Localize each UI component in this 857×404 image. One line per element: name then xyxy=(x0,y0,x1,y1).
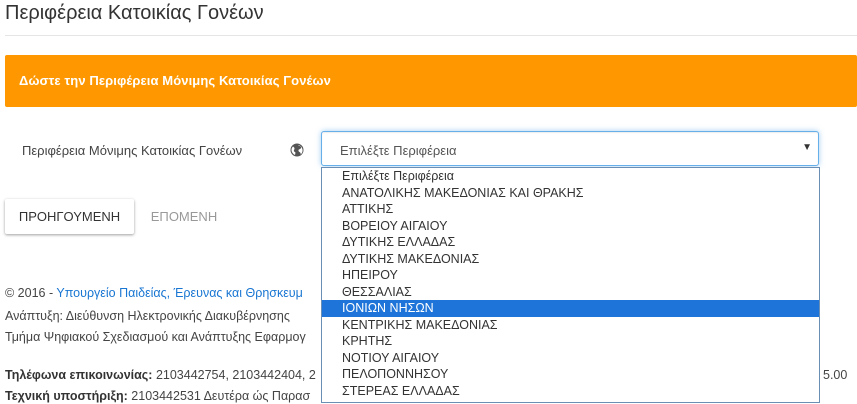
dropdown-option[interactable]: ΠΕΛΟΠΟΝΝΗΣΟΥ xyxy=(322,366,819,383)
footer-copyright: © 2016 - Υπουργείο Παιδείας, Έρευνας και… xyxy=(5,286,303,300)
phone-tail: 5.00 xyxy=(823,368,848,382)
region-select[interactable]: Επιλέξτε Περιφέρεια ▼ xyxy=(321,131,819,166)
region-select-value: Επιλέξτε Περιφέρεια xyxy=(340,143,457,158)
region-field-label: Περιφέρεια Μόνιμης Κατοικίας Γονέων xyxy=(22,143,243,158)
title-divider xyxy=(5,35,857,36)
dropdown-option[interactable]: ΣΤΕΡΕΑΣ ΕΛΛΑΔΑΣ xyxy=(322,383,819,400)
copyright-text: © 2016 - xyxy=(5,286,57,300)
page-title: Περιφέρεια Κατοικίας Γονέων xyxy=(5,2,264,24)
instruction-banner-text: Δώστε την Περιφέρεια Μόνιμης Κατοικίας Γ… xyxy=(19,73,331,88)
dropdown-option[interactable]: ΑΝΑΤΟΛΙΚΗΣ ΜΑΚΕΔΟΝΙΑΣ ΚΑΙ ΘΡΑΚΗΣ xyxy=(322,185,819,202)
dropdown-option[interactable]: ΗΠΕΙΡΟΥ xyxy=(322,267,819,284)
footer-phones: Τηλέφωνα επικοινωνίας: 2103442754, 21034… xyxy=(5,368,316,382)
dropdown-option[interactable]: ΘΕΣΣΑΛΙΑΣ xyxy=(322,284,819,301)
dropdown-option[interactable]: ΒΟΡΕΙΟΥ ΑΙΓΑΙΟΥ xyxy=(322,218,819,235)
dropdown-option[interactable]: Επιλέξτε Περιφέρεια xyxy=(322,168,819,185)
footer-support: Τεχνική υποστήριξη: 2103442531 Δευτέρα ώ… xyxy=(5,389,310,403)
globe-icon xyxy=(290,143,304,157)
support-label: Τεχνική υποστήριξη: xyxy=(5,389,128,403)
dropdown-option[interactable]: ΝΟΤΙΟΥ ΑΙΓΑΙΟΥ xyxy=(322,350,819,367)
dropdown-option-highlighted[interactable]: ΙΟΝΙΩΝ ΝΗΣΩΝ xyxy=(322,300,819,317)
phone-label: Τηλέφωνα επικοινωνίας: xyxy=(5,368,153,382)
phone-value: 2103442754, 2103442404, 2 xyxy=(152,368,316,382)
ministry-link[interactable]: Υπουργείο Παιδείας, Έρευνας και Θρησκευμ xyxy=(56,286,302,300)
dropdown-option[interactable]: ΔΥΤΙΚΗΣ ΜΑΚΕΔΟΝΙΑΣ xyxy=(322,251,819,268)
dropdown-option[interactable]: ΚΡΗΤΗΣ xyxy=(322,333,819,350)
region-dropdown-list[interactable]: Επιλέξτε Περιφέρεια ΑΝΑΤΟΛΙΚΗΣ ΜΑΚΕΔΟΝΙΑ… xyxy=(321,167,820,403)
previous-button[interactable]: ΠΡΟΗΓΟΥΜΕΝΗ xyxy=(5,199,134,234)
chevron-down-icon: ▼ xyxy=(802,142,812,153)
dropdown-option[interactable]: ΚΕΝΤΡΙΚΗΣ ΜΑΚΕΔΟΝΙΑΣ xyxy=(322,317,819,334)
instruction-banner: Δώστε την Περιφέρεια Μόνιμης Κατοικίας Γ… xyxy=(5,55,857,107)
footer-development: Ανάπτυξη: Διεύθυνση Ηλεκτρονικής Διακυβέ… xyxy=(5,309,290,323)
dropdown-option[interactable]: ΔΥΤΙΚΗΣ ΕΛΛΑΔΑΣ xyxy=(322,234,819,251)
next-button[interactable]: ΕΠΟΜΕΝΗ xyxy=(136,199,232,234)
support-value: 2103442531 Δευτέρα ώς Παρασ xyxy=(127,389,311,403)
footer-department: Τμήμα Ψηφιακού Σχεδιασμού και Ανάπτυξης … xyxy=(5,330,306,344)
dropdown-option[interactable]: ΑΤΤΙΚΗΣ xyxy=(322,201,819,218)
